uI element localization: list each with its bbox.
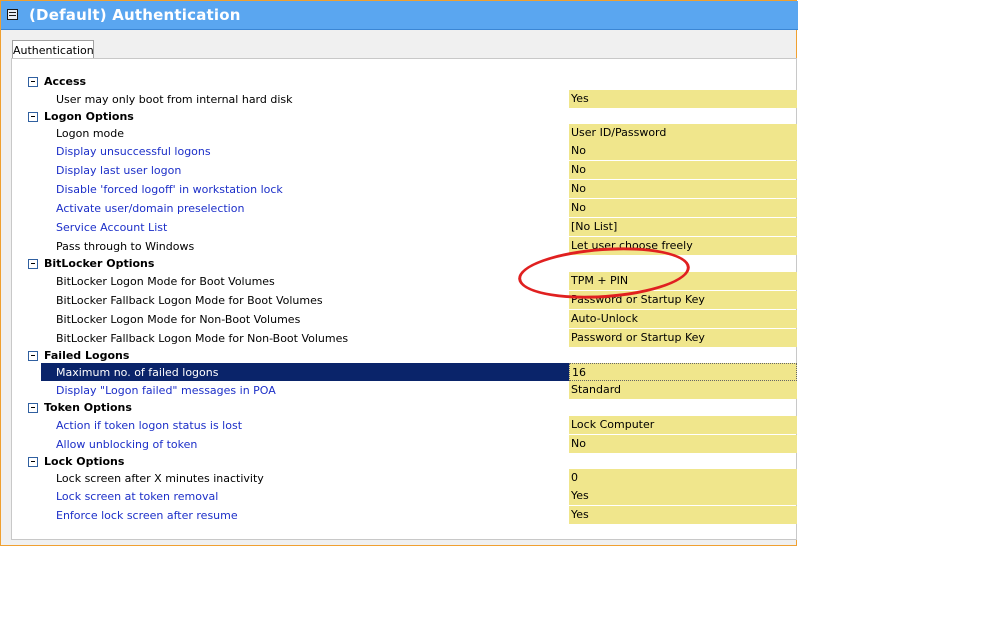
property-label: Display "Logon failed" messages in POA [56,384,276,397]
property-label: Service Account List [56,221,168,234]
window-title: (Default) Authentication [29,6,241,24]
window-menu-icon[interactable] [7,9,18,20]
collapse-icon[interactable] [28,351,38,361]
property-label: Maximum no. of failed logons [56,366,219,379]
title-bar: (Default) Authentication [1,1,798,30]
property-value[interactable]: Auto-Unlock [569,310,797,328]
property-label: Display unsuccessful logons [56,145,211,158]
property-row[interactable]: Display unsuccessful logons No [0,142,797,161]
property-label: Allow unblocking of token [56,438,198,451]
property-label: Pass through to Windows [56,240,195,253]
property-value[interactable]: [No List] [569,218,797,236]
category-label: Access [44,75,87,88]
property-value[interactable]: 16 [569,363,797,381]
property-label: Action if token logon status is lost [56,419,243,432]
category-label: Failed Logons [44,349,130,362]
property-row[interactable]: BitLocker Fallback Logon Mode for Non-Bo… [0,329,797,348]
property-row[interactable]: Enforce lock screen after resume Yes [0,506,797,525]
property-row[interactable]: Display last user logon No [0,161,797,180]
property-value[interactable]: Standard [569,381,797,399]
property-label: BitLocker Fallback Logon Mode for Non-Bo… [56,332,349,345]
property-label: Lock screen at token removal [56,490,219,503]
property-value[interactable]: Yes [569,90,797,108]
property-label: User may only boot from internal hard di… [56,93,293,106]
property-value[interactable]: No [569,180,797,198]
property-label: Activate user/domain preselection [56,202,245,215]
property-value[interactable]: Yes [569,487,797,505]
property-row[interactable]: Allow unblocking of token No [0,435,797,454]
property-row[interactable]: BitLocker Fallback Logon Mode for Boot V… [0,291,797,310]
property-value[interactable]: Lock Computer [569,416,797,434]
property-value[interactable]: No [569,435,797,453]
category-label: BitLocker Options [44,257,155,270]
property-row[interactable]: BitLocker Logon Mode for Non-Boot Volume… [0,310,797,329]
property-value[interactable]: Yes [569,506,797,524]
property-value[interactable]: Password or Startup Key [569,329,797,347]
collapse-icon[interactable] [28,457,38,467]
property-row[interactable]: Disable 'forced logoff' in workstation l… [0,180,797,199]
collapse-icon[interactable] [28,77,38,87]
property-row-selected[interactable]: Maximum no. of failed logons 16 [0,363,797,382]
property-label: Enforce lock screen after resume [56,509,238,522]
property-row[interactable]: Action if token logon status is lost Loc… [0,416,797,435]
category-label: Logon Options [44,110,134,123]
property-row[interactable]: User may only boot from internal hard di… [0,90,797,109]
property-value[interactable]: 0 [569,469,797,487]
property-row[interactable]: Logon mode User ID/Password [0,124,797,143]
category-label: Lock Options [44,455,125,468]
property-row[interactable]: Activate user/domain preselection No [0,199,797,218]
collapse-icon[interactable] [28,112,38,122]
property-value[interactable]: No [569,161,797,179]
property-label: Display last user logon [56,164,182,177]
property-row[interactable]: Lock screen at token removal Yes [0,487,797,506]
property-value[interactable]: No [569,199,797,217]
property-row[interactable]: Display "Logon failed" messages in POA S… [0,381,797,400]
property-label: BitLocker Logon Mode for Non-Boot Volume… [56,313,301,326]
property-label: Disable 'forced logoff' in workstation l… [56,183,283,196]
property-value[interactable]: User ID/Password [569,124,797,142]
property-value[interactable]: No [569,142,797,160]
property-label: BitLocker Logon Mode for Boot Volumes [56,275,275,288]
collapse-icon[interactable] [28,403,38,413]
property-label: Lock screen after X minutes inactivity [56,472,264,485]
property-label: Logon mode [56,127,125,140]
category-label: Token Options [44,401,132,414]
property-row[interactable]: Lock screen after X minutes inactivity 0 [0,469,797,488]
collapse-icon[interactable] [28,259,38,269]
property-row[interactable]: Service Account List [No List] [0,218,797,237]
property-label: BitLocker Fallback Logon Mode for Boot V… [56,294,323,307]
tab-authentication[interactable]: Authentication [12,40,94,60]
